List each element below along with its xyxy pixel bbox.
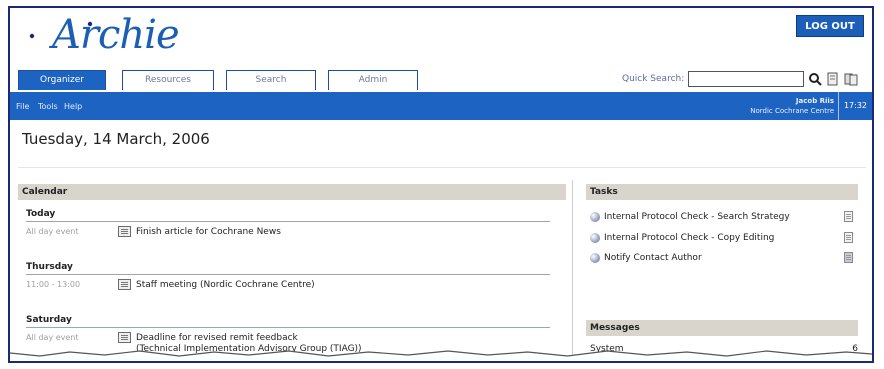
task-status-icon (590, 233, 600, 243)
day-divider (26, 221, 550, 222)
tasks-header: Tasks (586, 184, 858, 200)
event-time: All day event (26, 227, 79, 236)
event-link[interactable]: Deadline for revised remit feedback (136, 333, 298, 344)
tab-resources[interactable]: Resources (122, 70, 214, 90)
clock: 17:32 (838, 92, 872, 120)
calendar-header: Calendar (18, 184, 566, 200)
event-time: All day event (26, 333, 79, 342)
quick-search-input[interactable] (688, 71, 805, 87)
day-title-saturday: Saturday (26, 315, 72, 325)
day-divider (26, 274, 550, 275)
app-window: Archie LOG OUT Organizer Resources Searc… (8, 6, 874, 363)
task-document-icon[interactable] (844, 252, 853, 263)
torn-edge (10, 350, 872, 361)
header: Archie LOG OUT (10, 8, 872, 64)
event-note-icon[interactable] (118, 226, 131, 237)
task-item[interactable]: Notify Contact Author (590, 251, 702, 265)
menu-help[interactable]: Help (64, 102, 82, 111)
tab-admin[interactable]: Admin (328, 70, 418, 90)
task-document-icon[interactable] (844, 232, 853, 243)
menu-bar: File Tools Help Jacob Riis Nordic Cochra… (10, 92, 872, 120)
quick-search-label: Quick Search: (622, 74, 685, 84)
task-document-icon[interactable] (844, 211, 853, 222)
event-link[interactable]: Staff meeting (Nordic Cochrane Centre) (136, 280, 315, 291)
column-divider (572, 180, 573, 361)
task-item[interactable]: Internal Protocol Check - Copy Editing (590, 231, 774, 245)
tab-search[interactable]: Search (226, 70, 316, 90)
user-info: Jacob Riis Nordic Cochrane Centre (750, 96, 834, 116)
task-status-icon (590, 212, 600, 222)
event-time: 11:00 - 13:00 (26, 280, 81, 289)
day-title-today: Today (26, 209, 56, 219)
document-search-icon[interactable] (826, 72, 840, 86)
event-link[interactable]: Finish article for Cochrane News (136, 227, 281, 238)
task-label[interactable]: Internal Protocol Check - Search Strateg… (604, 212, 790, 222)
event-note-icon[interactable] (118, 279, 131, 290)
task-label[interactable]: Internal Protocol Check - Copy Editing (604, 233, 774, 243)
task-status-icon (590, 253, 600, 263)
tab-organizer[interactable]: Organizer (18, 70, 106, 90)
user-centre: Nordic Cochrane Centre (750, 107, 834, 115)
app-logo: Archie (52, 12, 180, 58)
task-item[interactable]: Internal Protocol Check - Search Strateg… (590, 210, 790, 224)
event-note-icon[interactable] (118, 332, 131, 343)
page-title: Tuesday, 14 March, 2006 (22, 130, 210, 148)
day-divider (26, 327, 550, 328)
quick-search: Quick Search: (622, 70, 858, 88)
user-name: Jacob Riis (795, 97, 834, 105)
menu-tools[interactable]: Tools (38, 102, 58, 111)
documents-icon[interactable] (844, 72, 858, 86)
search-go-icon[interactable] (808, 72, 822, 86)
messages-header: Messages (586, 320, 858, 336)
day-title-thursday: Thursday (26, 262, 73, 272)
divider (18, 167, 866, 168)
menu-file[interactable]: File (16, 102, 29, 111)
task-label[interactable]: Notify Contact Author (604, 253, 702, 263)
logout-button[interactable]: LOG OUT (796, 15, 864, 37)
